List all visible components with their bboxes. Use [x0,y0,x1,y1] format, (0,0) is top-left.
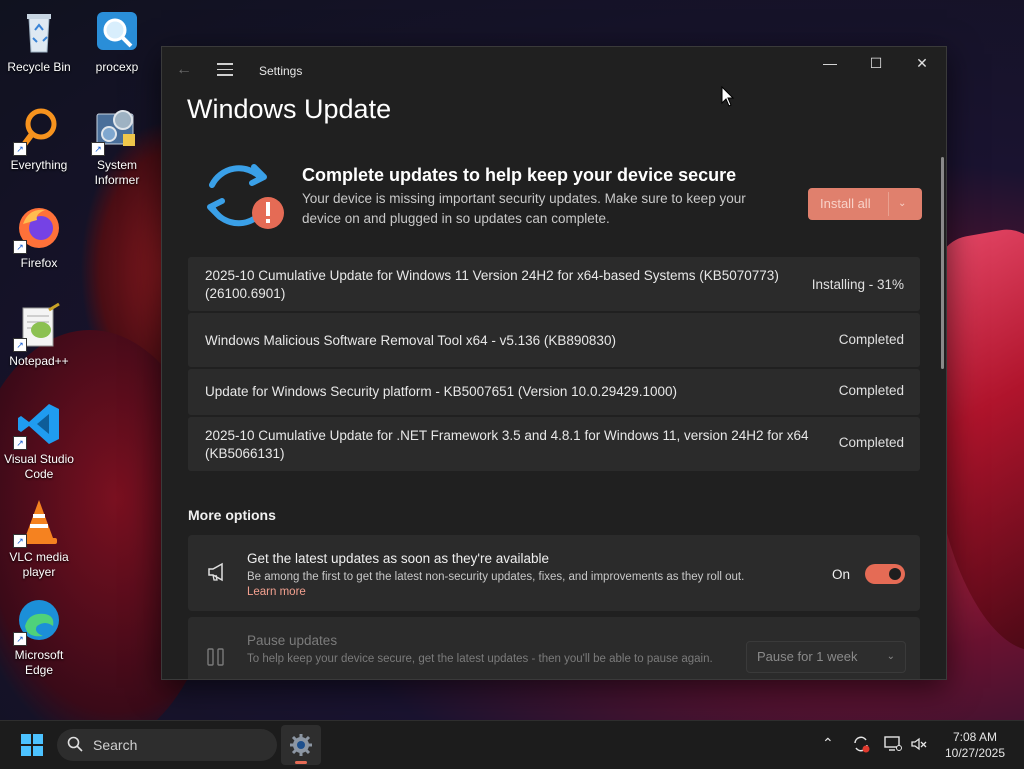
banner-description: Your device is missing important securit… [302,191,746,226]
banner-heading: Complete updates to help keep your devic… [302,165,737,185]
edge-icon: ↗ [13,596,63,646]
back-arrow-icon[interactable]: ← [176,61,192,79]
vscode-icon: ↗ [13,400,63,450]
minimize-button[interactable]: — [815,55,845,75]
latest-updates-toggle[interactable] [865,564,905,584]
desktop-icon-vscode[interactable]: ↗ Visual Studio Code [0,400,78,482]
taskbar: Search ⌃ 7:08 AM 10/27/2025 [0,720,1024,769]
desktop-icon-recycle-bin[interactable]: Recycle Bin [0,8,78,75]
update-pending-icon[interactable] [852,735,870,756]
update-status: Completed [838,435,904,450]
desktop-icon-label: procexp [95,60,139,74]
clock-time: 7:08 AM [952,730,998,744]
desktop-icon-system-informer[interactable]: ↗ System Informer [78,106,156,188]
option-description: To help keep your device secure, get the… [247,653,713,665]
pause-duration-select[interactable]: Pause for 1 week ⌄ [746,641,906,673]
desktop-icon-label: Microsoft Edge [14,648,64,677]
update-name: Update for Windows Security platform - K… [205,384,678,399]
active-app-indicator [295,761,307,764]
desktop-icon-vlc[interactable]: ↗ VLC media player [0,498,78,580]
latest-updates-option[interactable]: Get the latest updates as soon as they'r… [188,535,920,611]
update-status: Completed [838,383,904,398]
search-placeholder: Search [93,737,138,753]
update-name: 2025-10 Cumulative Update for Windows 11… [205,268,779,301]
taskbar-settings-app[interactable] [281,725,321,765]
desktop-icon-label: VLC media player [9,550,69,579]
vlc-icon: ↗ [13,498,63,548]
update-status: Completed [838,332,904,347]
option-title: Get the latest updates as soon as they'r… [247,551,550,566]
taskbar-search-box[interactable]: Search [57,729,277,761]
chevron-down-icon: ⌄ [886,651,895,662]
maximize-button[interactable]: ☐ [861,55,891,75]
more-options-heading: More options [188,507,276,523]
update-list: 2025-10 Cumulative Update for Windows 11… [188,257,920,473]
learn-more-link[interactable]: Learn more [247,586,306,598]
select-value: Pause for 1 week [757,649,858,664]
everything-search-icon: ↗ [13,106,63,156]
pause-updates-option: Pause updates To help keep your device s… [188,617,920,679]
page-title: Windows Update [187,94,392,124]
taskbar-clock[interactable]: 7:08 AM 10/27/2025 [930,729,1020,761]
desktop-icon-notepadpp[interactable]: ↗ Notepad++ [0,302,78,369]
desktop-icon-everything[interactable]: ↗ Everything [0,106,78,173]
hamburger-menu-icon[interactable] [217,63,233,80]
option-title: Pause updates [247,633,338,648]
mouse-cursor-icon [721,85,735,113]
notepadpp-icon: ↗ [13,302,63,352]
desktop-icon-label: Recycle Bin [7,60,71,74]
update-row: Windows Malicious Software Removal Tool … [188,313,920,367]
close-button[interactable]: ✕ [907,55,937,75]
update-name: Windows Malicious Software Removal Tool … [205,333,616,348]
system-informer-icon: ↗ [91,106,141,156]
title-bar: ← Settings — ☐ ✕ [162,47,946,95]
desktop-icon-label: Visual Studio Code [4,452,74,481]
chevron-down-icon[interactable]: ⌄ [898,188,906,220]
windows-start-icon[interactable] [21,734,43,756]
update-row: 2025-10 Cumulative Update for Windows 11… [188,257,920,311]
volume-muted-icon[interactable] [910,735,928,756]
desktop-icon-edge[interactable]: ↗ Microsoft Edge [0,596,78,678]
firefox-icon: ↗ [13,204,63,254]
install-all-label: Install all [820,196,871,211]
desktop-icon-label: Firefox [20,256,58,270]
recycle-bin-icon [15,8,63,56]
desktop-icon-label: Notepad++ [9,354,69,368]
update-status-banner: Complete updates to help keep your devic… [188,155,922,245]
window-title: Settings [259,64,303,78]
toggle-state-label: On [832,567,851,582]
settings-window: ← Settings — ☐ ✕ Windows Update Complete… [161,46,947,680]
desktop-icon-firefox[interactable]: ↗ Firefox [0,204,78,271]
desktop-icon-label: System Informer [94,158,140,187]
option-description: Be among the first to get the latest non… [247,571,745,583]
update-name: 2025-10 Cumulative Update for .NET Frame… [205,428,809,461]
update-status: Installing - 31% [811,277,904,292]
clock-date: 10/27/2025 [944,746,1006,760]
settings-gear-icon [289,733,313,762]
update-row: Update for Windows Security platform - K… [188,369,920,415]
search-icon [67,736,83,756]
procexp-icon [93,8,141,56]
pause-icon [206,647,226,672]
show-hidden-icons-chevron-up-icon[interactable]: ⌃ [822,735,834,752]
desktop-icon-label: Everything [10,158,68,172]
megaphone-icon [206,561,228,588]
button-divider [888,192,889,216]
scrollbar[interactable] [941,157,944,369]
network-monitor-icon[interactable] [884,735,902,756]
install-all-button[interactable]: Install all ⌄ [808,188,922,220]
update-row: 2025-10 Cumulative Update for .NET Frame… [188,417,920,471]
sync-warning-icon [198,155,288,235]
desktop-icon-procexp[interactable]: procexp [78,8,156,75]
